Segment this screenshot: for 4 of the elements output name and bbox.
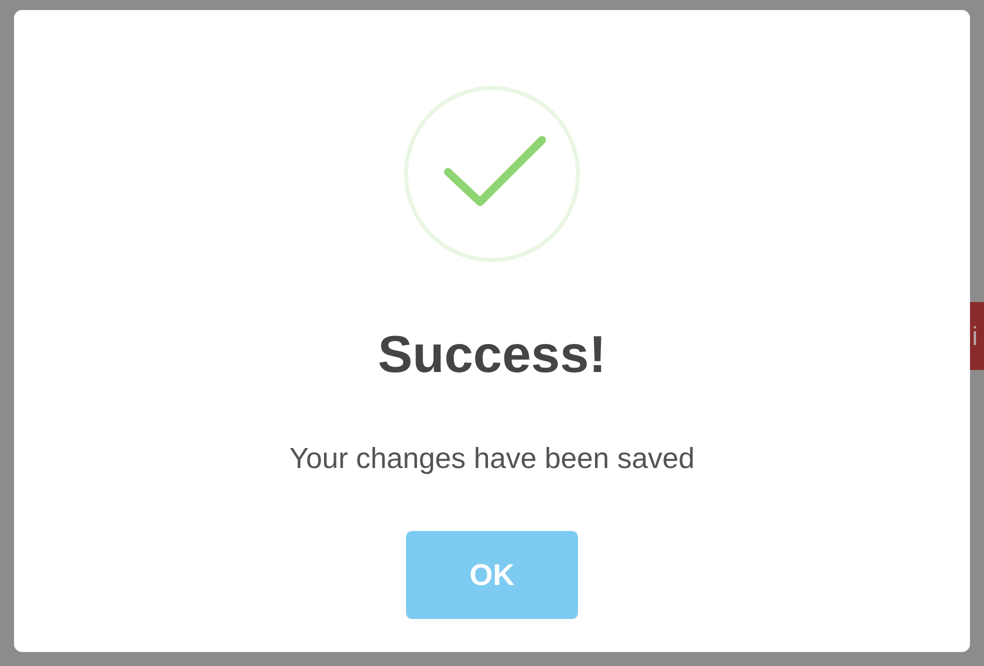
dialog-message: Your changes have been saved [289, 442, 695, 477]
success-check-icon [404, 86, 580, 262]
ok-button[interactable]: OK [406, 531, 578, 619]
dialog-title: Success! [378, 325, 606, 385]
